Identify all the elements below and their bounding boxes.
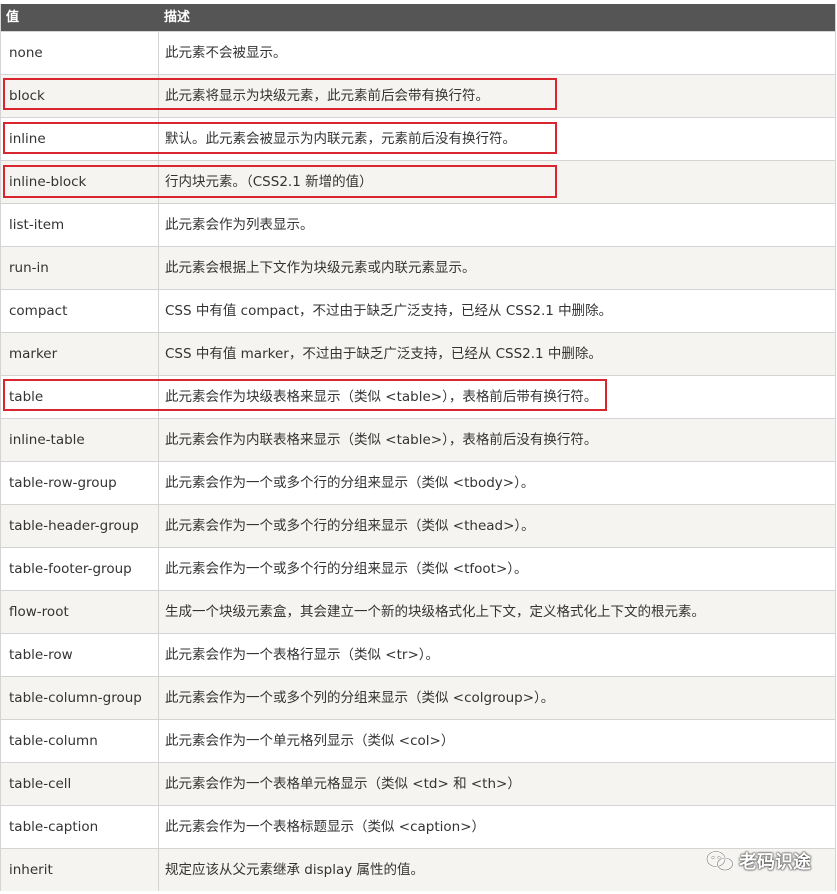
cell-value: marker [1, 333, 159, 375]
cell-description: 此元素会作为一个或多个行的分组来显示（类似 <thead>）。 [165, 518, 535, 534]
table-row: table-caption 此元素会作为一个表格标题显示（类似 <caption>… [1, 805, 835, 848]
table-row: compact CSS 中有值 compact，不过由于缺乏广泛支持，已经从 CS… [1, 289, 835, 332]
table-row: table-column 此元素会作为一个单元格列显示（类似 <col>） [1, 719, 835, 762]
cell-description: 默认。此元素会被显示为内联元素，元素前后没有换行符。 [165, 131, 516, 147]
cell-description: CSS 中有值 compact，不过由于缺乏广泛支持，已经从 CSS2.1 中删… [165, 303, 613, 319]
table-row: table-row 此元素会作为一个表格行显示（类似 <tr>）。 [1, 633, 835, 676]
header-description: 描述 [164, 10, 191, 25]
cell-description: 此元素将显示为块级元素，此元素前后会带有换行符。 [165, 88, 489, 104]
cell-value: list-item [1, 204, 159, 246]
cell-description: 此元素会作为一个表格行显示（类似 <tr>）。 [165, 647, 440, 663]
table-row: table-footer-group 此元素会作为一个或多个行的分组来显示（类似 … [1, 547, 835, 590]
cell-description: 此元素不会被显示。 [165, 45, 287, 61]
table-row: list-item 此元素会作为列表显示。 [1, 203, 835, 246]
table-row: marker CSS 中有值 marker，不过由于缺乏广泛支持，已经从 CSS2… [1, 332, 835, 375]
cell-value: table-row-group [1, 462, 159, 504]
cell-description: 行内块元素。（CSS2.1 新增的值） [165, 174, 373, 190]
table-body: none 此元素不会被显示。 block 此元素将显示为块级元素，此元素前后会带有换行… [1, 31, 835, 891]
wechat-icon [705, 850, 734, 872]
table-row: table-header-group 此元素会作为一个或多个行的分组来显示（类似 … [1, 504, 835, 547]
cell-value: flow-root [1, 591, 159, 633]
table-row: flow-root 生成一个块级元素盒，其会建立一个新的块级格式化上下文，定义格式… [1, 590, 835, 633]
cell-value: none [1, 32, 159, 74]
table-row: table-cell 此元素会作为一个表格单元格显示（类似 <td> 和 <th>… [1, 762, 835, 805]
cell-value: table-caption [1, 806, 159, 848]
display-values-table: 值 描述 none 此元素不会被显示。 block 此元素将显示为块级元素，此元素前后… [0, 4, 836, 891]
cell-description: 此元素会作为一个表格标题显示（类似 <caption>） [165, 819, 486, 835]
cell-description: 此元素会作为块级表格来显示（类似 <table>），表格前后带有换行符。 [165, 389, 598, 405]
cell-value: table-cell [1, 763, 159, 805]
cell-value: table [1, 376, 159, 418]
cell-description: 此元素会作为内联表格来显示（类似 <table>），表格前后没有换行符。 [165, 432, 598, 448]
table-row: run-in 此元素会根据上下文作为块级元素或内联元素显示。 [1, 246, 835, 289]
watermark-text: 老码识途 [739, 852, 811, 873]
table-row: inline-table 此元素会作为内联表格来显示（类似 <table>），表格… [1, 418, 835, 461]
cell-description: 此元素会作为一个或多个行的分组来显示（类似 <tfoot>）。 [165, 561, 528, 577]
cell-value: table-header-group [1, 505, 159, 547]
cell-description: CSS 中有值 marker，不过由于缺乏广泛支持，已经从 CSS2.1 中删除… [165, 346, 602, 362]
cell-value: block [1, 75, 159, 117]
cell-value: table-column-group [1, 677, 159, 719]
cell-value: run-in [1, 247, 159, 289]
table-row: none 此元素不会被显示。 [1, 31, 835, 74]
table-row: table 此元素会作为块级表格来显示（类似 <table>），表格前后带有换行符… [1, 375, 835, 418]
cell-value: inherit [1, 849, 159, 891]
cell-value: inline [1, 118, 159, 160]
table-row: table-column-group 此元素会作为一个或多个列的分组来显示（类似 … [1, 676, 835, 719]
table-header: 值 描述 [1, 4, 835, 31]
cell-description: 此元素会作为一个或多个行的分组来显示（类似 <tbody>）。 [165, 475, 535, 491]
table-row: block 此元素将显示为块级元素，此元素前后会带有换行符。 [1, 74, 835, 117]
cell-description: 此元素会根据上下文作为块级元素或内联元素显示。 [165, 260, 476, 276]
cell-description: 此元素会作为一个或多个列的分组来显示（类似 <colgroup>）。 [165, 690, 555, 706]
cell-value: table-column [1, 720, 159, 762]
table-row: inline-block 行内块元素。（CSS2.1 新增的值） [1, 160, 835, 203]
cell-description: 此元素会作为列表显示。 [165, 217, 314, 233]
watermark: 老码识途 [705, 848, 811, 874]
table-row: inline 默认。此元素会被显示为内联元素，元素前后没有换行符。 [1, 117, 835, 160]
cell-value: inline-block [1, 161, 159, 203]
header-value: 值 [6, 10, 20, 25]
cell-value: compact [1, 290, 159, 332]
cell-description: 此元素会作为一个单元格列显示（类似 <col>） [165, 733, 455, 749]
cell-value: table-row [1, 634, 159, 676]
cell-description: 此元素会作为一个表格单元格显示（类似 <td> 和 <th>） [165, 776, 521, 792]
cell-description: 生成一个块级元素盒，其会建立一个新的块级格式化上下文，定义格式化上下文的根元素。 [165, 604, 705, 620]
table-row: table-row-group 此元素会作为一个或多个行的分组来显示（类似 <tb… [1, 461, 835, 504]
cell-value: inline-table [1, 419, 159, 461]
cell-value: table-footer-group [1, 548, 159, 590]
